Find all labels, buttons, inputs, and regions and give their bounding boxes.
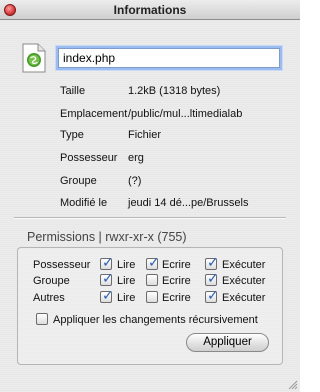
owner-execute-checkbox[interactable]: ✓ [205, 254, 219, 270]
checkmark-icon: ✓ [102, 287, 114, 303]
info-window: Informations Taille 1.2kB (1318 bytes) E… [0, 0, 300, 392]
others-execute-label[interactable]: Exécuter [222, 292, 265, 304]
group-write-checkbox[interactable] [146, 274, 158, 286]
group-write-label[interactable]: Ecrire [162, 275, 191, 287]
others-read-label[interactable]: Lire [117, 292, 135, 304]
checkmark-icon: ✓ [102, 270, 114, 286]
others-execute-checkbox[interactable]: ✓ [205, 287, 219, 303]
group-read-checkbox[interactable]: ✓ [100, 270, 114, 286]
owner-label: Possesseur [60, 152, 118, 164]
owner-read-checkbox[interactable]: ✓ [100, 254, 114, 270]
size-label: Taille [60, 85, 86, 97]
group-value: (?) [128, 175, 142, 187]
owner-write-label[interactable]: Ecrire [162, 259, 191, 271]
permissions-header: Permissions | rwxr-xr-x (755) [27, 230, 187, 244]
size-value: 1.2kB (1318 bytes) [128, 85, 221, 97]
recursive-checkbox[interactable] [36, 313, 48, 325]
checkmark-icon: ✓ [102, 254, 114, 270]
location-value: /public/mul...ltimedialab [128, 108, 243, 120]
perm-row-others-label: Autres [33, 292, 65, 304]
recursive-label[interactable]: Appliquer les changements récursivement [53, 314, 258, 326]
filename-input[interactable] [58, 48, 280, 68]
perm-row-owner-label: Possesseur [33, 259, 91, 271]
checkmark-icon: ✓ [207, 287, 219, 303]
group-label: Groupe [60, 175, 97, 187]
perm-row-group-label: Groupe [33, 275, 70, 287]
modified-value: jeudi 14 dé...pe/Brussels [128, 197, 249, 209]
location-label: Emplacement [60, 108, 128, 120]
others-write-checkbox[interactable] [146, 291, 158, 303]
title-bar[interactable]: Informations [0, 0, 300, 20]
group-execute-checkbox[interactable]: ✓ [205, 270, 219, 286]
php-file-icon [22, 43, 46, 73]
separator [14, 217, 286, 219]
modified-label: Modifié le [60, 197, 108, 209]
checkmark-icon: ✓ [207, 254, 219, 270]
window-title: Informations [113, 3, 187, 17]
type-value: Fichier [128, 129, 162, 141]
owner-value: erg [128, 152, 144, 164]
owner-execute-label[interactable]: Exécuter [222, 259, 265, 271]
others-read-checkbox[interactable]: ✓ [100, 287, 114, 303]
others-write-label[interactable]: Ecrire [162, 292, 191, 304]
owner-write-checkbox[interactable]: ✓ [146, 254, 160, 270]
checkmark-icon: ✓ [148, 254, 160, 270]
apply-button[interactable]: Appliquer [186, 333, 269, 352]
owner-read-label[interactable]: Lire [117, 259, 135, 271]
resize-grip-icon[interactable] [287, 379, 298, 390]
group-read-label[interactable]: Lire [117, 275, 135, 287]
group-execute-label[interactable]: Exécuter [222, 275, 265, 287]
checkmark-icon: ✓ [207, 270, 219, 286]
type-label: Type [60, 129, 84, 141]
